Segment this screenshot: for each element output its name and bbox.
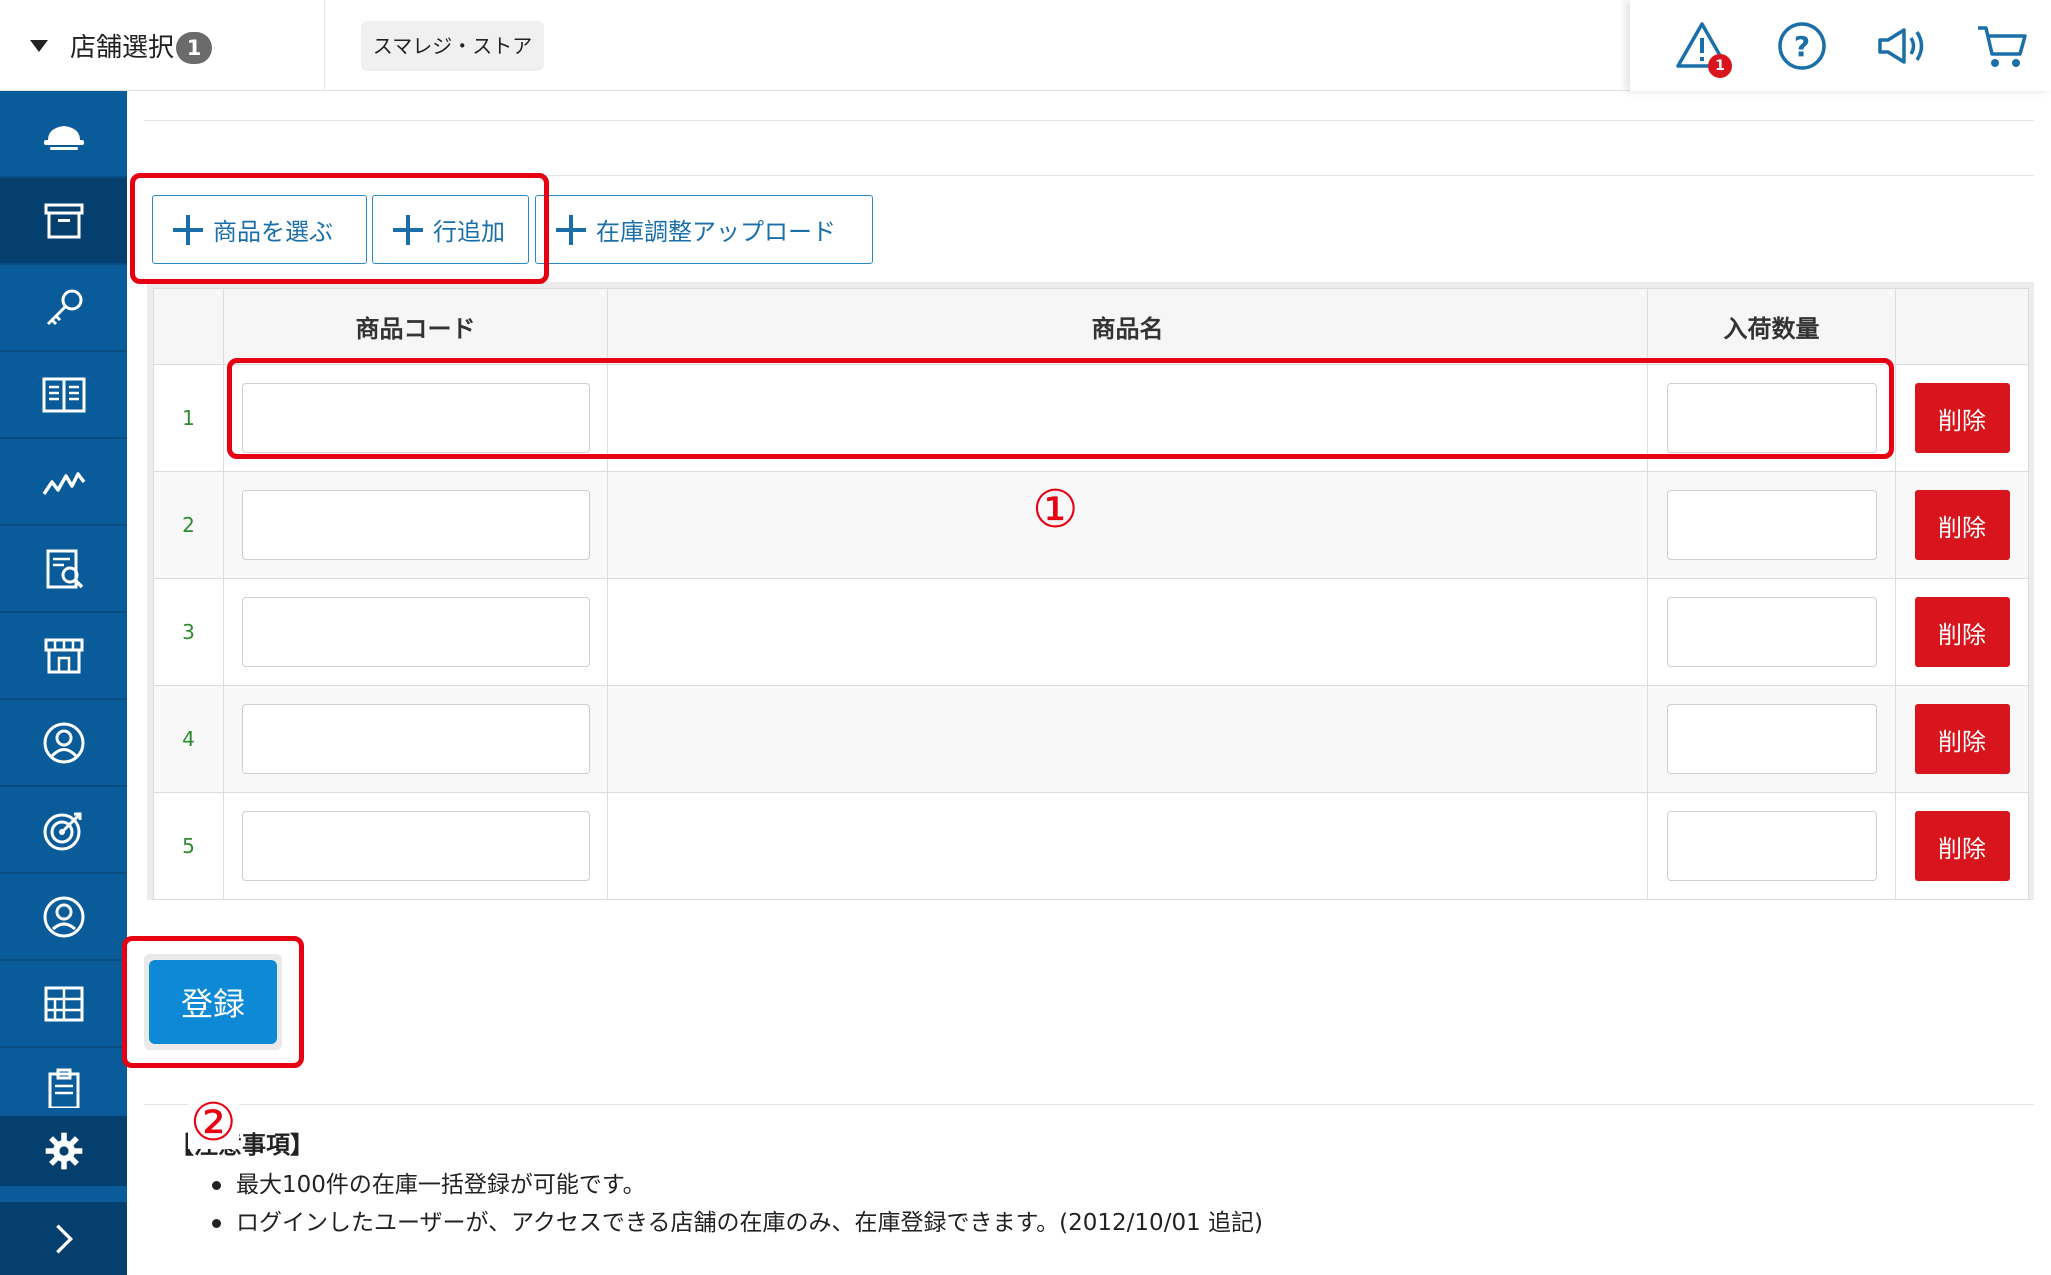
quantity-input[interactable] <box>1666 383 1877 453</box>
alert-count-badge: 1 <box>1708 54 1732 78</box>
customer-icon[interactable] <box>0 700 127 787</box>
annotation-marker-1: ① <box>1032 480 1079 540</box>
row-number-header <box>153 288 224 365</box>
settings-button[interactable] <box>0 1116 127 1186</box>
expand-sidebar-button[interactable] <box>0 1202 127 1275</box>
register-button[interactable]: 登録 <box>149 960 277 1044</box>
delete-row-button[interactable]: 削除 <box>1914 811 2010 881</box>
stock-upload-label: 在庫調整アップロード <box>596 218 836 246</box>
stock-upload-button[interactable]: 在庫調整アップロード <box>535 195 873 264</box>
plus-icon <box>556 214 586 245</box>
delete-row-button[interactable]: 削除 <box>1914 490 2010 560</box>
plus-icon <box>173 214 203 245</box>
row-number: 4 <box>153 685 224 793</box>
chevron-right-icon <box>55 1223 73 1254</box>
user-icon[interactable] <box>0 874 127 961</box>
cloud-icon[interactable] <box>0 91 127 178</box>
caret-down-icon <box>30 40 48 52</box>
book-icon[interactable] <box>0 352 127 439</box>
header-icon-group: 1 ? <box>1630 0 2051 91</box>
product-name-cell <box>607 685 1648 793</box>
product-code-header: 商品コード <box>223 288 608 365</box>
report-icon[interactable] <box>0 526 127 613</box>
product-name-cell <box>607 364 1648 472</box>
row-number: 3 <box>153 578 224 686</box>
key-icon[interactable] <box>0 265 127 352</box>
delete-row-button[interactable]: 削除 <box>1914 597 2010 667</box>
add-row-button[interactable]: 行追加 <box>372 195 529 264</box>
product-name-cell <box>607 471 1648 579</box>
quantity-header: 入荷数量 <box>1647 288 1896 365</box>
notes-section: 【注意事項】 最大100件の在庫一括登録が可能です。 ログインしたユーザーが、ア… <box>170 1125 1263 1242</box>
delete-row-button[interactable]: 削除 <box>1914 383 2010 453</box>
box-icon[interactable] <box>0 178 127 265</box>
store-count-badge: 1 <box>176 32 212 64</box>
top-bar: 店舗選択 1 スマレジ・ストア 1 ? <box>0 0 2051 91</box>
delete-row-button[interactable]: 削除 <box>1914 704 2010 774</box>
cart-icon[interactable] <box>1974 18 2030 74</box>
table-row: 1 削除 <box>153 364 2029 472</box>
divider <box>144 120 2034 121</box>
notes-title: 【注意事項】 <box>170 1131 314 1159</box>
product-name-cell <box>607 578 1648 686</box>
action-header <box>1895 288 2029 365</box>
stock-entry-table: 商品コード 商品名 入荷数量 1 削除 2 削除 3 削除 4 削除 5 削除 <box>153 288 2029 900</box>
row-number: 1 <box>153 364 224 472</box>
row-number: 2 <box>153 471 224 579</box>
svg-text:?: ? <box>1794 30 1810 63</box>
current-store-chip[interactable]: スマレジ・ストア <box>361 21 544 71</box>
table-row: 2 削除 <box>153 471 2029 579</box>
product-code-input[interactable] <box>241 811 590 881</box>
sidebar <box>0 91 127 1275</box>
target-icon[interactable] <box>0 787 127 874</box>
product-code-input[interactable] <box>241 704 590 774</box>
megaphone-icon[interactable] <box>1874 18 1930 74</box>
warning-icon[interactable]: 1 <box>1674 18 1732 78</box>
chart-icon[interactable] <box>0 439 127 526</box>
note-item: 最大100件の在庫一括登録が可能です。 <box>170 1166 1263 1204</box>
annotation-marker-2: ② <box>188 1093 239 1153</box>
register-button-wrap: 登録 <box>144 954 282 1050</box>
table-row: 3 削除 <box>153 578 2029 686</box>
divider <box>144 1104 2034 1105</box>
select-products-label: 商品を選ぶ <box>213 218 333 246</box>
quantity-input[interactable] <box>1666 490 1877 560</box>
note-item: ログインしたユーザーが、アクセスできる店舗の在庫のみ、在庫登録できます。(201… <box>170 1204 1263 1242</box>
store-select-dropdown[interactable]: 店舗選択 1 <box>0 0 325 91</box>
grid-icon[interactable] <box>0 961 127 1048</box>
clipboard-icon[interactable] <box>0 1048 127 1108</box>
product-code-input[interactable] <box>241 383 590 453</box>
notes-list: 最大100件の在庫一括登録が可能です。 ログインしたユーザーが、アクセスできる店… <box>170 1166 1263 1242</box>
select-products-button[interactable]: 商品を選ぶ <box>152 195 367 264</box>
gear-icon <box>45 1132 82 1170</box>
table-row: 5 削除 <box>153 792 2029 900</box>
product-code-input[interactable] <box>241 490 590 560</box>
store-select-label: 店舗選択 <box>70 33 175 63</box>
store-icon[interactable] <box>0 613 127 700</box>
product-name-cell <box>607 792 1648 900</box>
product-name-header: 商品名 <box>607 288 1648 365</box>
quantity-input[interactable] <box>1666 597 1877 667</box>
add-row-label: 行追加 <box>433 218 505 246</box>
row-number: 5 <box>153 792 224 900</box>
quantity-input[interactable] <box>1666 811 1877 881</box>
help-icon[interactable]: ? <box>1774 18 1830 74</box>
quantity-input[interactable] <box>1666 704 1877 774</box>
table-row: 4 削除 <box>153 685 2029 793</box>
table-header-row: 商品コード 商品名 入荷数量 <box>153 288 2029 365</box>
divider <box>144 175 2034 176</box>
stock-entry-table-container: 商品コード 商品名 入荷数量 1 削除 2 削除 3 削除 4 削除 5 削除 <box>147 282 2034 900</box>
product-code-input[interactable] <box>241 597 590 667</box>
plus-icon <box>393 214 423 245</box>
